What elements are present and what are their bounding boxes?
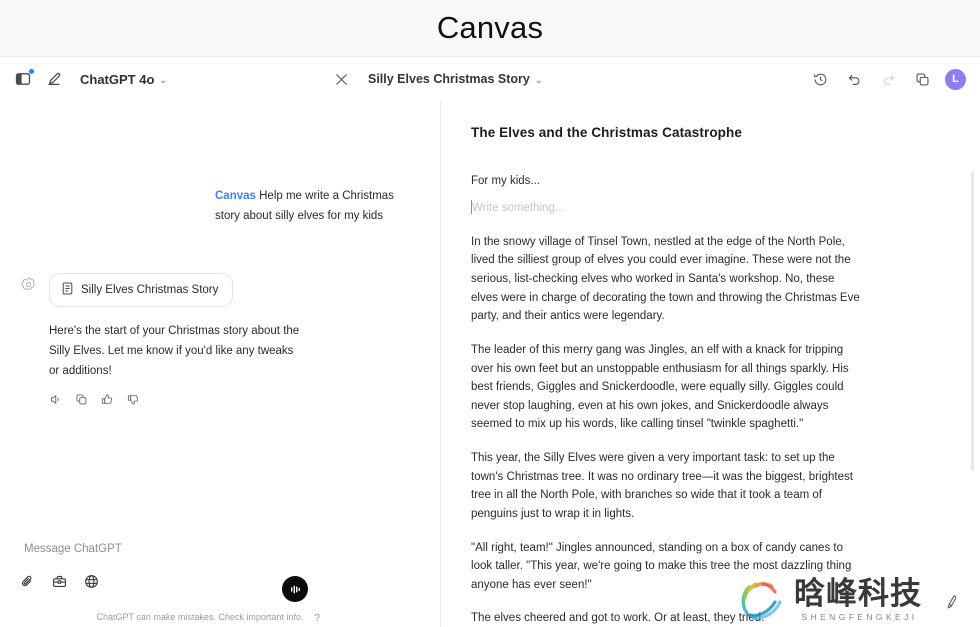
pen-edit-icon[interactable] — [940, 590, 962, 612]
document-icon — [62, 282, 73, 298]
top-bar-canvas-group: Silly Elves Christmas Story ⌄ — [330, 68, 809, 90]
panes-container: Canvas Help me write a Christmas story a… — [0, 101, 980, 627]
sidebar-toggle-icon[interactable] — [12, 68, 34, 90]
message-input[interactable]: Message ChatGPT — [18, 543, 422, 555]
chatgpt-logo-icon — [20, 276, 37, 293]
user-message-text: Canvas Help me write a Christmas story a… — [215, 187, 420, 227]
voice-waveform-icon[interactable] — [282, 576, 308, 602]
thumbs-down-icon[interactable] — [127, 393, 140, 411]
canvas-tag: Canvas — [215, 190, 256, 202]
assistant-message-text: Here's the start of your Christmas story… — [49, 324, 300, 377]
composer: Message ChatGPT ? ChatGPT can make mista… — [0, 543, 440, 627]
user-message: Canvas Help me write a Christmas story a… — [20, 187, 420, 227]
chat-message-list: Canvas Help me write a Christmas story a… — [0, 101, 440, 538]
top-bar-right-group: L — [809, 68, 980, 90]
canvas-document-chip[interactable]: Silly Elves Christmas Story — [49, 272, 234, 307]
top-bar-left-group: ChatGPT 4o ⌄ — [0, 68, 330, 90]
model-label: ChatGPT 4o — [80, 71, 155, 87]
message-actions — [49, 393, 420, 411]
canvas-subtitle[interactable]: For my kids... — [471, 172, 860, 190]
chevron-down-icon: ⌄ — [159, 74, 167, 85]
undo-arrow-icon[interactable] — [843, 68, 865, 90]
canvas-paragraph[interactable]: The elves cheered and got to work. Or at… — [471, 609, 860, 627]
notification-dot — [29, 69, 34, 74]
canvas-title-selector[interactable]: Silly Elves Christmas Story ⌄ — [368, 72, 542, 86]
canvas-document-chip-label: Silly Elves Christmas Story — [81, 283, 219, 296]
paperclip-icon[interactable] — [20, 574, 35, 594]
globe-icon[interactable] — [84, 574, 99, 594]
assistant-message: Silly Elves Christmas Story Here's the s… — [20, 272, 420, 411]
canvas-paragraph[interactable]: "All right, team!" Jingles announced, st… — [471, 539, 860, 595]
assistant-body: Silly Elves Christmas Story Here's the s… — [49, 272, 420, 411]
canvas-empty-line-placeholder[interactable]: Write something... — [471, 199, 860, 217]
canvas-doc-title: Silly Elves Christmas Story — [368, 72, 530, 86]
canvas-placeholder-text: Write something... — [472, 202, 565, 215]
canvas-scrollbar[interactable] — [971, 171, 974, 471]
chat-pane: Canvas Help me write a Christmas story a… — [0, 101, 440, 627]
page-title: Canvas — [436, 10, 544, 45]
canvas-pane: The Elves and the Christmas Catastrophe … — [441, 101, 980, 627]
page-title-band: Canvas — [0, 0, 980, 56]
model-selector[interactable]: ChatGPT 4o ⌄ — [80, 72, 167, 87]
new-chat-pencil-icon[interactable] — [43, 68, 65, 90]
read-aloud-icon[interactable] — [49, 393, 62, 411]
canvas-paragraph[interactable]: This year, the Silly Elves were given a … — [471, 449, 860, 524]
disclaimer-text: ChatGPT can make mistakes. Check importa… — [96, 612, 304, 622]
avatar[interactable]: L — [945, 68, 966, 90]
history-clock-icon[interactable] — [809, 68, 831, 90]
canvas-document[interactable]: The Elves and the Christmas Catastrophe … — [441, 101, 980, 627]
copy-icon[interactable] — [75, 393, 88, 411]
help-button[interactable]: ? — [314, 613, 320, 624]
copy-icon[interactable] — [911, 68, 933, 90]
close-icon[interactable] — [330, 68, 352, 90]
canvas-paragraph[interactable]: In the snowy village of Tinsel Town, nes… — [471, 233, 860, 326]
top-bar: ChatGPT 4o ⌄ Silly Elves Christmas Story… — [0, 57, 980, 101]
composer-tools: ? — [18, 574, 422, 624]
redo-arrow-icon[interactable] — [877, 68, 899, 90]
toolbox-icon[interactable] — [52, 574, 67, 594]
canvas-paragraph[interactable]: The leader of this merry gang was Jingle… — [471, 341, 860, 434]
canvas-document-title[interactable]: The Elves and the Christmas Catastrophe — [471, 125, 860, 140]
thumbs-up-icon[interactable] — [101, 393, 114, 411]
chatgpt-app-window: ChatGPT 4o ⌄ Silly Elves Christmas Story… — [0, 56, 980, 627]
chevron-down-icon: ⌄ — [534, 74, 543, 85]
text-caret — [471, 200, 472, 215]
